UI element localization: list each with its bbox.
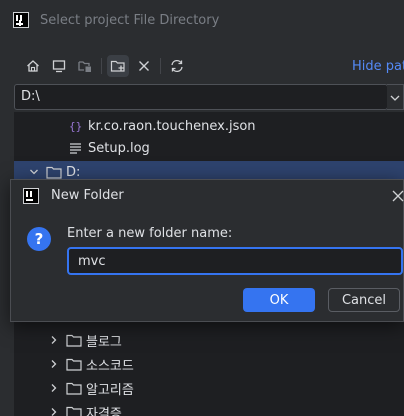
- intellij-logo-icon: [13, 12, 29, 28]
- chevron-right-icon[interactable]: [48, 382, 60, 394]
- tree-row-label: 블로그: [86, 334, 122, 350]
- folder-icon: [66, 334, 82, 347]
- chevron-down-icon[interactable]: [28, 166, 40, 178]
- chevron-right-icon[interactable]: [48, 358, 60, 370]
- tree-row-label: 소스코드: [86, 358, 134, 374]
- path-value: D:\: [21, 89, 40, 104]
- tree-row-folder[interactable]: 블로그: [14, 329, 404, 351]
- new-folder-icon: [110, 60, 125, 72]
- close-icon: [392, 190, 404, 202]
- tree-row-label: D:: [66, 164, 81, 180]
- chevron-right-icon[interactable]: [48, 406, 60, 416]
- home-button[interactable]: [22, 55, 44, 77]
- path-history-dropdown[interactable]: [387, 84, 404, 110]
- folder-name-input[interactable]: [67, 247, 403, 275]
- tree-row-label: 알고리즘: [86, 382, 134, 398]
- tree-row-json-file[interactable]: {} kr.co.raon.touchenex.json: [14, 115, 404, 137]
- folder-icon: [66, 406, 82, 416]
- hide-path-link[interactable]: Hide pat: [352, 59, 404, 74]
- path-input[interactable]: D:\: [14, 84, 388, 110]
- delete-button[interactable]: [133, 55, 155, 77]
- folder-icon: [66, 382, 82, 395]
- intellij-logo-icon: [23, 188, 39, 204]
- close-button[interactable]: [391, 189, 404, 203]
- text-file-icon: [68, 141, 84, 155]
- toolbar-separator: [101, 58, 102, 74]
- tree-row-label: kr.co.raon.touchenex.json: [88, 118, 256, 134]
- chevron-down-icon: [390, 95, 400, 101]
- project-button[interactable]: [74, 55, 96, 77]
- refresh-button[interactable]: [166, 55, 188, 77]
- tree-row-label: 자격증: [86, 406, 122, 416]
- home-icon: [27, 60, 39, 72]
- cancel-button[interactable]: Cancel: [328, 288, 400, 312]
- json-file-icon: {}: [68, 119, 84, 133]
- new-folder-dialog: New Folder ? Enter a new folder name: OK…: [10, 179, 404, 322]
- toolbar-separator: [160, 58, 161, 74]
- dialog-title: New Folder: [51, 188, 124, 203]
- folder-icon: [46, 166, 62, 179]
- new-folder-button[interactable]: [107, 55, 129, 77]
- dialog-prompt: Enter a new folder name:: [67, 226, 233, 241]
- refresh-icon: [171, 59, 183, 73]
- folder-icon: [66, 358, 82, 371]
- tree-row-folder[interactable]: 알고리즘: [14, 377, 404, 399]
- desktop-icon: [52, 60, 66, 73]
- chevron-right-icon[interactable]: [48, 334, 60, 346]
- desktop-button[interactable]: [48, 55, 70, 77]
- ok-button[interactable]: OK: [243, 288, 315, 312]
- question-icon: ?: [27, 227, 51, 251]
- project-icon: [78, 61, 91, 72]
- svg-text:{}: {}: [69, 120, 82, 133]
- tree-row-setup-log[interactable]: Setup.log: [14, 137, 404, 159]
- delete-icon: [139, 61, 149, 71]
- tree-row-folder[interactable]: 소스코드: [14, 353, 404, 375]
- window-title: Select project File Directory: [40, 13, 220, 28]
- tree-row-folder[interactable]: 자격증: [14, 401, 404, 416]
- file-chooser-toolbar: Hide pat: [0, 52, 404, 80]
- window-titlebar: Select project File Directory: [0, 0, 404, 42]
- tree-row-label: Setup.log: [88, 140, 150, 156]
